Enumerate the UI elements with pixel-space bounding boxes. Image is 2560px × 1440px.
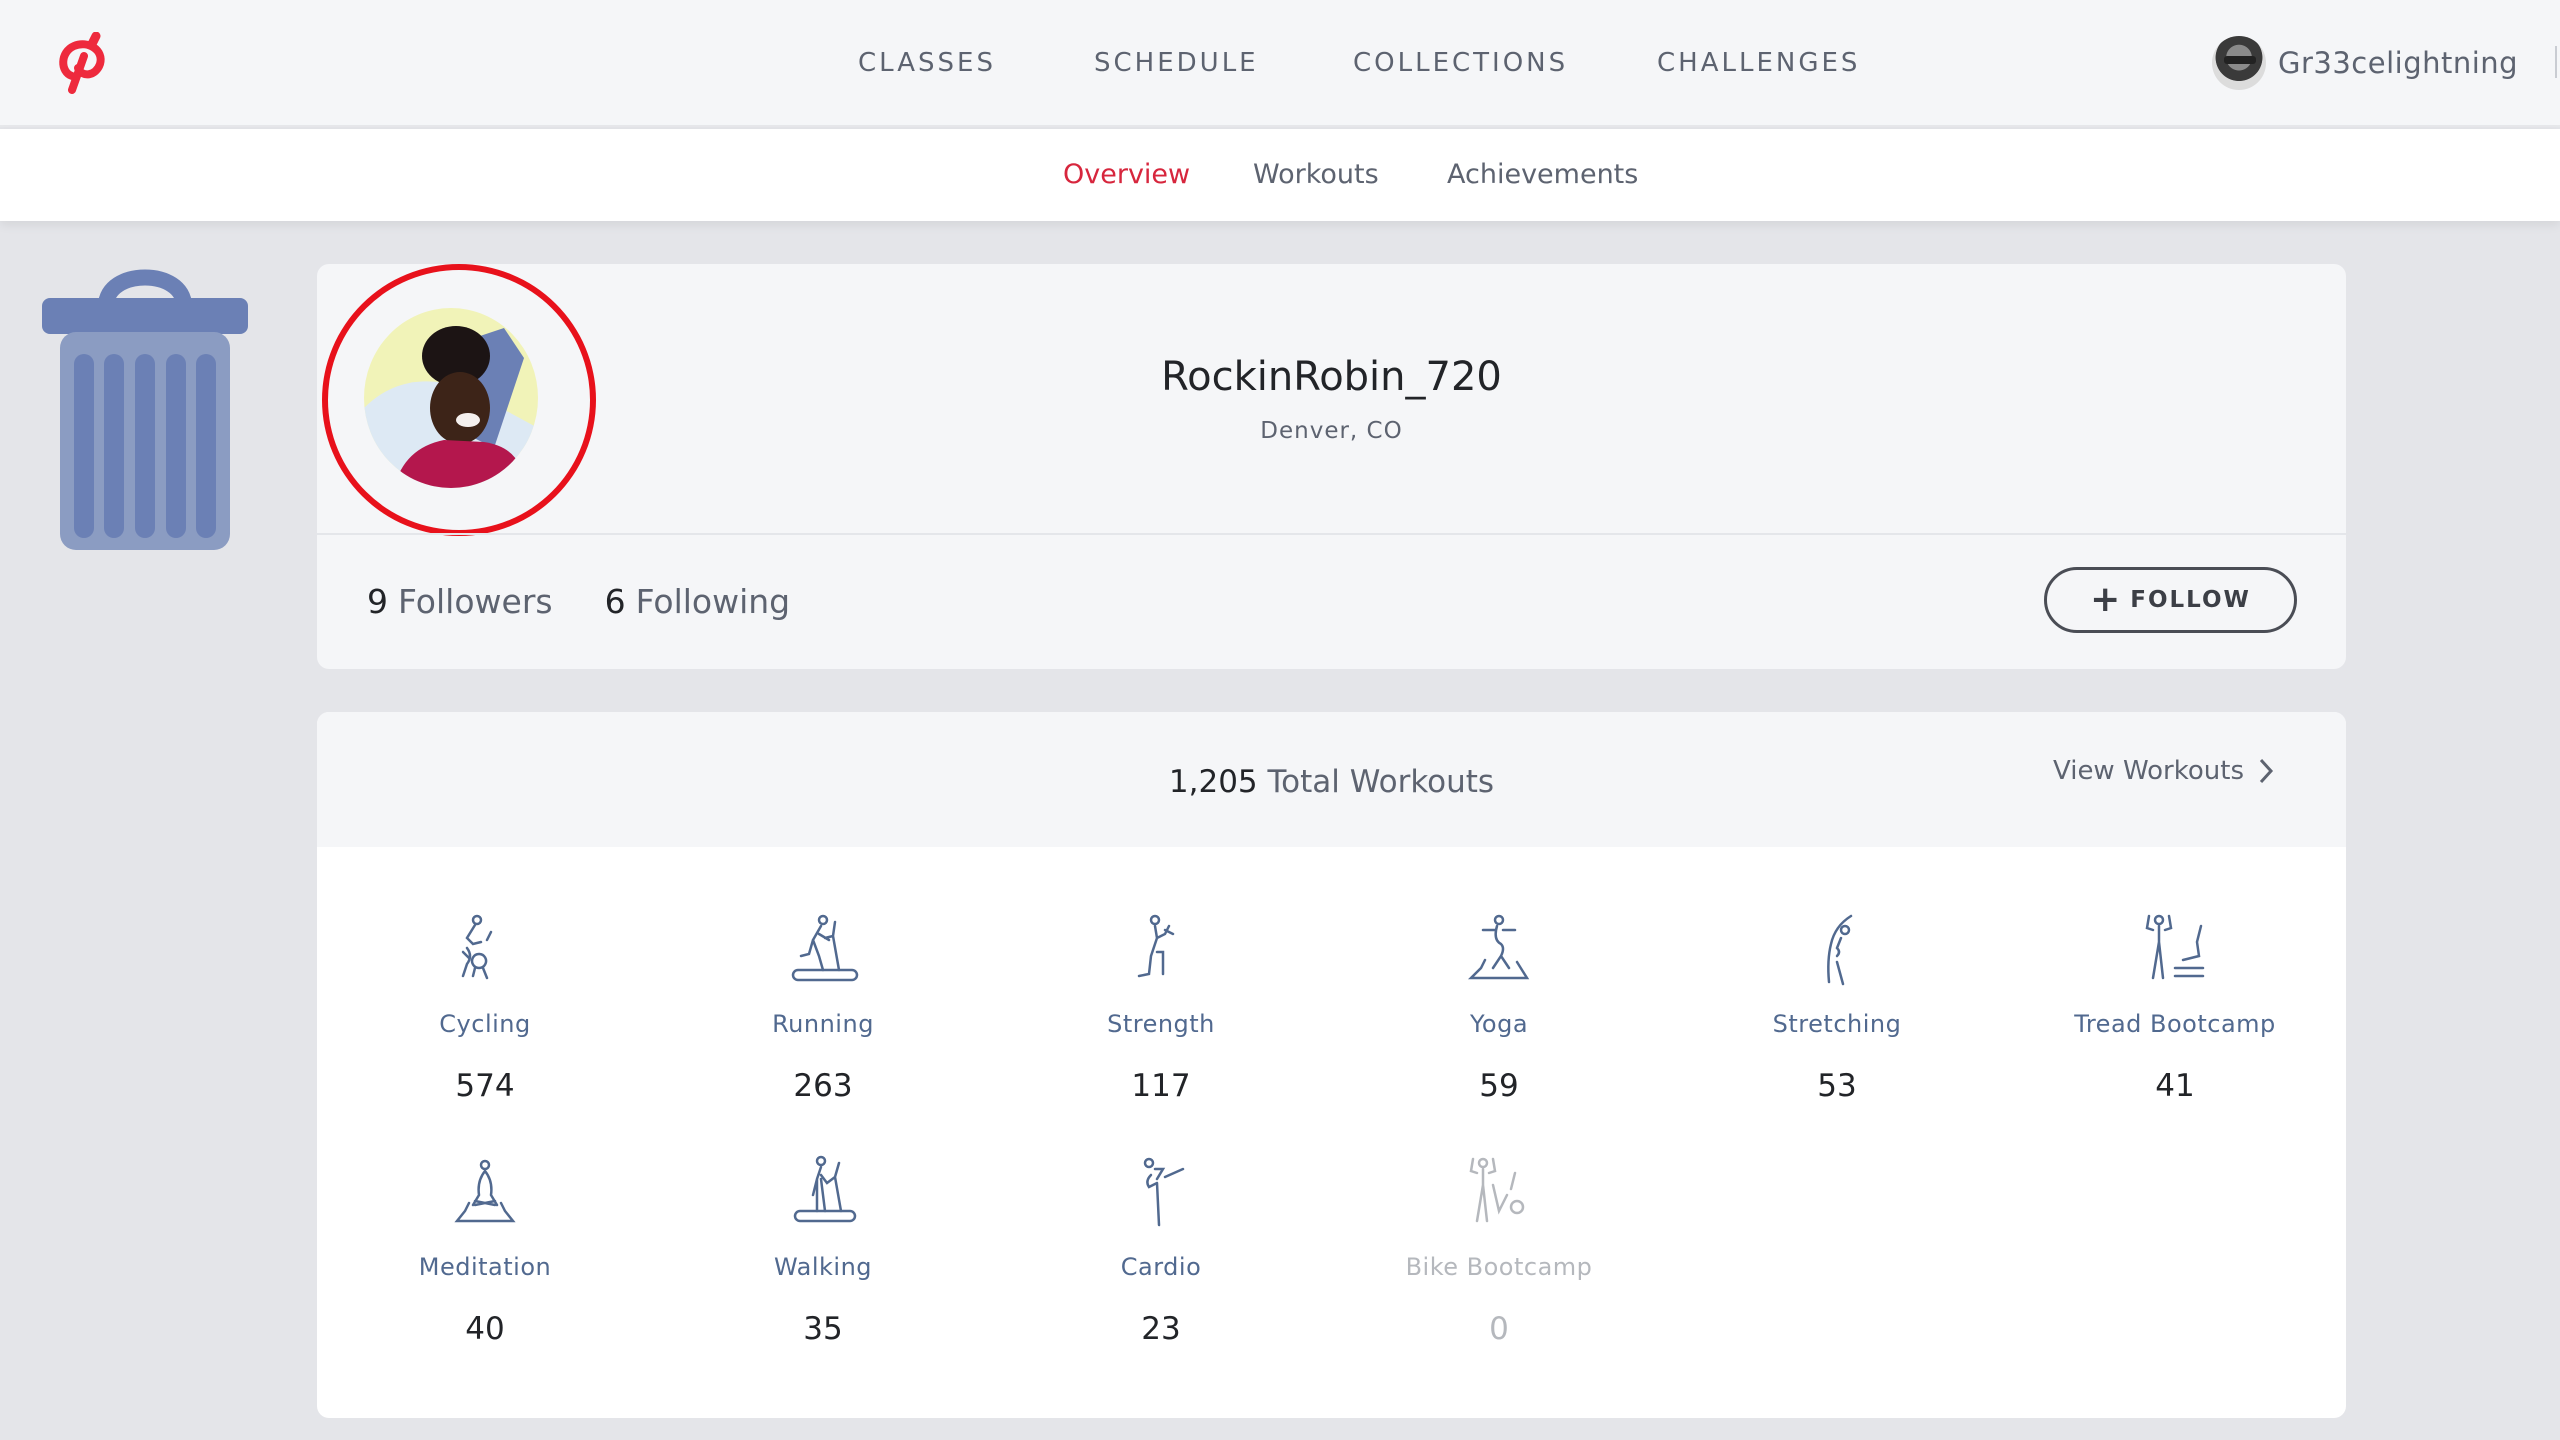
workouts-card: 1,205 Total Workouts View Workouts Cycli… [317,712,2346,1418]
total-workouts: 1,205 Total Workouts [317,764,2346,800]
header-divider [2555,46,2557,78]
follow-button-label: FOLLOW [2130,587,2251,613]
category-label: Bike Bootcamp [1405,1253,1593,1281]
strength-icon [1137,914,1175,978]
profile-location: Denver, CO [1260,418,1403,444]
category-count: 35 [803,1311,843,1347]
chevron-right-icon [2259,758,2274,784]
category-count: 117 [1131,1068,1191,1104]
following-count: 6 [604,582,626,621]
category-bike-bootcamp[interactable]: Bike Bootcamp 0 [1349,1155,1649,1347]
tab-achievements[interactable]: Achievements [1447,159,1638,190]
walking-icon [793,1155,857,1223]
followers-label: Followers [398,582,553,621]
profile-tabs: Overview Workouts Achievements [0,129,2560,221]
nav-classes[interactable]: CLASSES [858,48,996,78]
view-workouts-label: View Workouts [2053,756,2245,786]
category-label: Strength [1107,1010,1215,1038]
profile-card: RockinRobin_720 Denver, CO 9 Followers 6F… [317,264,2346,669]
category-label: Running [772,1010,874,1038]
cardio-icon [1143,1157,1185,1227]
follow-button[interactable]: + FOLLOW [2044,567,2297,633]
category-cardio[interactable]: Cardio 23 [1011,1155,1311,1347]
category-count: 53 [1817,1068,1857,1104]
stretching-icon [1827,914,1853,986]
category-yoga[interactable]: Yoga 59 [1349,912,1649,1104]
main-nav: CLASSES SCHEDULE COLLECTIONS CHALLENGES [0,0,2560,127]
category-cycling[interactable]: Cycling 574 [335,912,635,1104]
category-label: Cardio [1120,1253,1202,1281]
meditation-icon [454,1159,516,1223]
category-count: 0 [1489,1311,1509,1347]
plus-icon: + [2090,579,2123,620]
category-label: Walking [773,1253,873,1281]
category-strength[interactable]: Strength 117 [1011,912,1311,1104]
yoga-icon [1467,914,1530,980]
view-workouts-link[interactable]: View Workouts [2053,756,2274,786]
followers-link[interactable]: 9 Followers [367,582,553,621]
category-walking[interactable]: Walking 35 [673,1155,973,1347]
category-label: Cycling [439,1010,531,1038]
highlight-circle [322,264,596,536]
total-workouts-count: 1,205 [1168,764,1258,800]
nav-schedule[interactable]: SCHEDULE [1094,48,1259,78]
followers-count: 9 [367,582,388,621]
top-navigation-bar: CLASSES SCHEDULE COLLECTIONS CHALLENGES … [0,0,2560,127]
category-stretching[interactable]: Stretching 53 [1687,912,1987,1104]
following-link[interactable]: 6 Following [605,582,791,621]
card-divider [317,533,2346,535]
category-label: Yoga [1469,1010,1529,1038]
profile-avatar-highlight [322,264,596,536]
tab-overview[interactable]: Overview [1063,159,1190,190]
profile-username: RockinRobin_720 [1161,354,1502,400]
nav-challenges[interactable]: CHALLENGES [1657,48,1860,78]
bike-bootcamp-icon [1469,1157,1525,1223]
category-count: 263 [793,1068,853,1104]
category-label: Tread Bootcamp [2074,1010,2276,1038]
follow-stats: 9 Followers 6 Following [367,582,790,621]
tab-workouts[interactable]: Workouts [1253,159,1379,190]
category-meditation[interactable]: Meditation 40 [335,1155,635,1347]
user-avatar [2212,36,2266,90]
category-count: 23 [1141,1311,1181,1347]
category-count: 574 [455,1068,515,1104]
workouts-header: 1,205 Total Workouts View Workouts [317,712,2346,847]
running-icon [791,914,859,982]
category-running[interactable]: Running 263 [673,912,973,1104]
tread-bootcamp-icon [2145,914,2205,980]
category-tread-bootcamp[interactable]: Tread Bootcamp 41 [2025,912,2325,1104]
user-menu[interactable]: Gr33celightning [2212,36,2518,90]
category-count: 41 [2155,1068,2195,1104]
category-label: Stretching [1772,1010,1902,1038]
category-count: 40 [465,1311,505,1347]
total-workouts-label: Total Workouts [1267,764,1495,800]
user-name: Gr33celightning [2278,46,2519,80]
following-label: Following [635,582,791,621]
category-label: Meditation [418,1253,552,1281]
nav-collections[interactable]: COLLECTIONS [1353,48,1568,78]
category-count: 59 [1479,1068,1519,1104]
cycling-icon [461,914,493,980]
trash-icon[interactable] [40,262,250,552]
